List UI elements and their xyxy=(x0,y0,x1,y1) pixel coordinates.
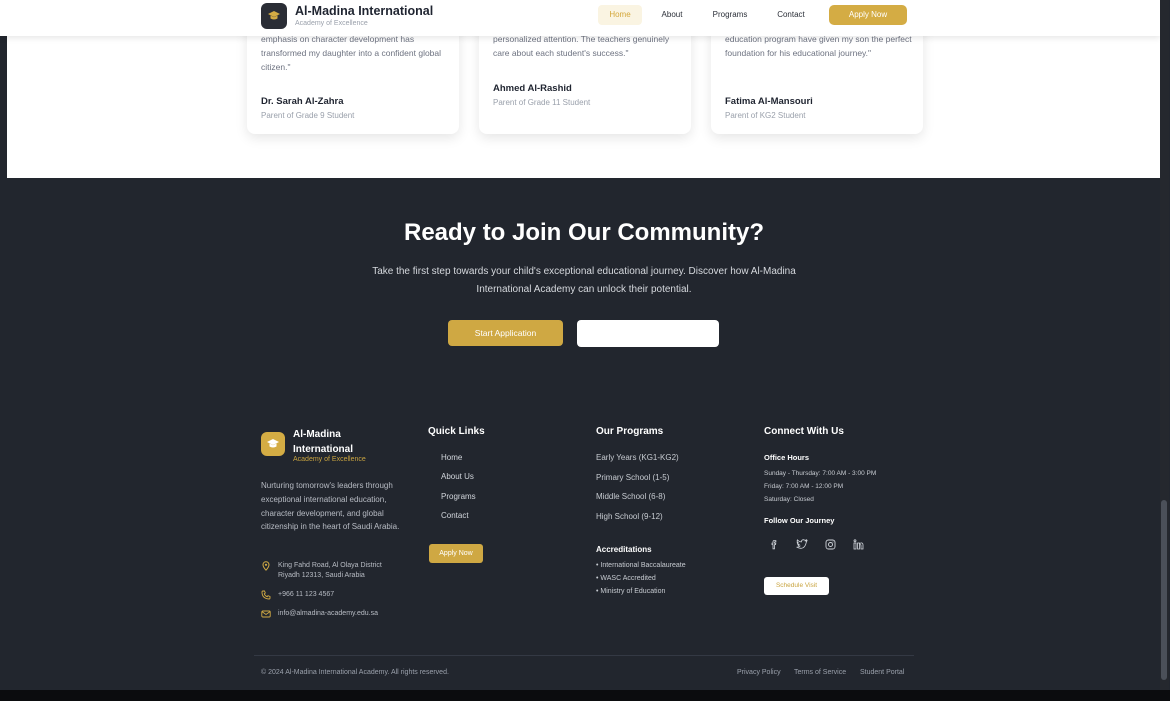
privacy-policy-link[interactable]: Privacy Policy xyxy=(737,669,781,676)
testimonial-author: Fatima Al-Mansouri xyxy=(725,96,813,107)
scrollbar-thumb[interactable] xyxy=(1161,500,1167,680)
brand-tagline: Academy of Excellence xyxy=(295,20,368,27)
graduation-cap-icon xyxy=(268,11,280,20)
twitter-icon-glyph xyxy=(796,539,808,549)
terms-of-service-link[interactable]: Terms of Service xyxy=(794,669,846,676)
phone-text[interactable]: +966 11 123 4567 xyxy=(278,590,398,600)
logo[interactable] xyxy=(261,3,287,29)
apply-now-button[interactable]: Apply Now xyxy=(829,5,907,25)
footer-link-about[interactable]: About Us xyxy=(441,472,474,481)
copyright-text: © 2024 Al-Madina International Academy. … xyxy=(261,669,449,676)
footer-link-home[interactable]: Home xyxy=(441,453,462,462)
testimonial-author: Ahmed Al-Rashid xyxy=(493,83,572,94)
testimonial-role: Parent of Grade 11 Student xyxy=(493,98,591,107)
browser-viewport: emphasis on character development has tr… xyxy=(0,0,1170,701)
bottom-bar xyxy=(0,690,1170,701)
accreditation-item: • WASC Accredited xyxy=(596,575,656,582)
top-navbar: Al-Madina International Academy of Excel… xyxy=(0,0,1160,36)
testimonial-role: Parent of KG2 Student xyxy=(725,111,806,120)
testimonial-quote: education program have given my son the … xyxy=(725,34,912,58)
testimonial-author: Dr. Sarah Al-Zahra xyxy=(261,96,344,107)
instagram-icon-glyph xyxy=(825,539,835,549)
nav-home[interactable]: Home xyxy=(598,5,642,25)
office-hours-heading: Office Hours xyxy=(764,453,810,462)
accreditations-heading: Accreditations xyxy=(596,545,652,554)
accreditation-item: • Ministry of Education xyxy=(596,588,666,595)
follow-heading: Follow Our Journey xyxy=(764,516,835,525)
student-portal-link[interactable]: Student Portal xyxy=(860,669,904,676)
instagram-icon[interactable] xyxy=(822,536,838,552)
mail-icon xyxy=(261,610,271,618)
office-hours-line: Friday: 7:00 AM - 12:00 PM xyxy=(764,483,844,490)
schedule-visit-button[interactable]: Schedule Visit xyxy=(764,577,829,595)
footer-apply-button[interactable]: Apply Now xyxy=(429,544,483,563)
program-link-primary[interactable]: Primary School (1-5) xyxy=(596,473,669,482)
cta-title: Ready to Join Our Community? xyxy=(403,219,765,246)
quick-links-heading: Quick Links xyxy=(428,426,485,437)
testimonial-quote: emphasis on character development has tr… xyxy=(261,34,442,72)
nav-about[interactable]: About xyxy=(652,5,692,25)
twitter-icon[interactable] xyxy=(794,536,810,552)
footer-description: Nurturing tomorrow's leaders through exc… xyxy=(261,481,400,532)
facebook-icon-glyph xyxy=(771,539,777,549)
program-link-high[interactable]: High School (9-12) xyxy=(596,512,663,521)
cta-description: Take the first step towards your child's… xyxy=(372,266,796,295)
office-hours-line: Saturday: Closed xyxy=(764,496,814,503)
map-pin-icon xyxy=(262,561,270,571)
facebook-icon[interactable] xyxy=(766,536,782,552)
address-text: King Fahd Road, Al Olaya District Riyadh… xyxy=(278,562,382,579)
footer-tagline: Academy of Excellence xyxy=(293,456,366,463)
footer-brand: Al-Madina International xyxy=(293,429,354,455)
linkedin-icon[interactable] xyxy=(850,536,866,552)
connect-heading: Connect With Us xyxy=(764,426,844,437)
graduation-cap-icon xyxy=(267,439,279,448)
footer-link-contact[interactable]: Contact xyxy=(441,511,469,520)
start-application-button[interactable]: Start Application xyxy=(448,320,563,346)
program-link-early-years[interactable]: Early Years (KG1-KG2) xyxy=(596,453,679,462)
testimonial-quote: personalized attention. The teachers gen… xyxy=(493,34,670,58)
phone-icon xyxy=(261,590,271,600)
office-hours-line: Sunday - Thursday: 7:00 AM - 3:00 PM xyxy=(764,470,877,477)
footer-link-programs[interactable]: Programs xyxy=(441,492,476,501)
linkedin-icon-glyph xyxy=(853,538,863,549)
accreditation-item: • International Baccalaureate xyxy=(596,562,686,569)
email-text[interactable]: info@almadina-academy.edu.sa xyxy=(278,609,398,619)
nav-contact[interactable]: Contact xyxy=(770,5,812,25)
nav-programs[interactable]: Programs xyxy=(705,5,755,25)
secondary-cta-button[interactable] xyxy=(577,320,719,347)
brand-name[interactable]: Al-Madina International xyxy=(295,4,433,18)
footer-logo[interactable] xyxy=(261,432,285,456)
program-link-middle[interactable]: Middle School (6-8) xyxy=(596,492,665,501)
programs-heading: Our Programs xyxy=(596,426,664,437)
footer-divider xyxy=(254,655,914,656)
testimonial-role: Parent of Grade 9 Student xyxy=(261,111,355,120)
